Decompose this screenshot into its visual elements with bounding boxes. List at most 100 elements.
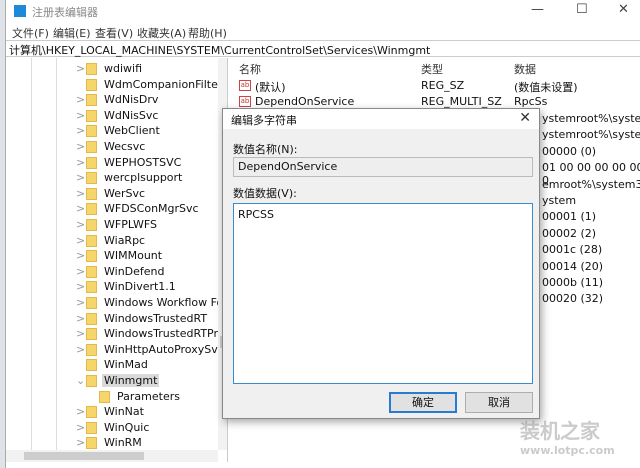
tree-item-label: WindowsTrustedRT: [104, 311, 208, 325]
value-data-fragment: ystemroot%\system3: [542, 128, 640, 142]
title-bar: 注册表编辑器 — ☐ ✕: [6, 0, 640, 22]
folder-icon: [86, 203, 97, 216]
value-data-fragment: 00002 (2): [542, 226, 597, 240]
expand-chevron-icon[interactable]: >: [76, 171, 85, 184]
cancel-button[interactable]: 取消: [465, 392, 533, 413]
menu-help[interactable]: 帮助(H): [188, 25, 227, 41]
expand-chevron-icon[interactable]: >: [76, 93, 85, 106]
tree-item-label: Windows Workflow Foun: [104, 296, 228, 309]
value-name: (默认): [255, 81, 286, 94]
value-data-fragment: 00020 (32): [542, 292, 604, 306]
folder-icon: [86, 141, 97, 153]
value-data-fragment: 0001c (28): [542, 243, 603, 257]
value-name-label: 数值名称(N):: [233, 143, 298, 156]
expand-chevron-icon[interactable]: >: [76, 218, 85, 231]
expand-chevron-icon[interactable]: >: [76, 265, 85, 278]
menu-favorites[interactable]: 收藏夹(A): [137, 25, 186, 41]
folder-icon: [86, 437, 97, 450]
dialog-close-icon[interactable]: ✕: [519, 110, 531, 126]
tree-item-label: WiaRpc: [104, 233, 146, 247]
expand-chevron-icon[interactable]: >: [76, 296, 85, 309]
tree-item-label: Winmgmt: [102, 374, 160, 387]
tree-item-label: WEPHOSTSVC: [104, 155, 182, 169]
expand-chevron-icon[interactable]: >: [76, 202, 85, 215]
tree-item-label: WinDivert1.1: [104, 280, 176, 294]
expand-chevron-icon[interactable]: >: [76, 280, 85, 293]
expand-chevron-icon[interactable]: >: [76, 343, 85, 356]
expand-chevron-icon[interactable]: >: [76, 327, 85, 340]
folder-icon: [86, 156, 97, 169]
minimize-button[interactable]: —: [531, 2, 544, 17]
folder-icon: [86, 125, 97, 138]
expand-chevron-icon[interactable]: >: [76, 421, 85, 434]
folder-icon: [86, 421, 97, 434]
value-data-fragment: 0000b (11): [542, 276, 604, 289]
close-button[interactable]: ✕: [618, 2, 629, 17]
column-header-name[interactable]: 名称: [239, 61, 261, 77]
address-bar[interactable]: 计算机\HKEY_LOCAL_MACHINE\SYSTEM\CurrentCon…: [6, 40, 640, 57]
value-data-textarea[interactable]: RPCSS: [233, 203, 533, 384]
tree-item-label: WFPLWFS: [104, 218, 157, 231]
folder-icon: [86, 297, 97, 309]
value-data-label: 数值数据(V):: [233, 187, 297, 200]
folder-icon: [99, 390, 110, 403]
expand-chevron-icon[interactable]: >: [76, 436, 85, 449]
expand-chevron-icon[interactable]: ⌄: [76, 374, 85, 387]
tree-item-label: WinMad: [104, 358, 148, 372]
value-data-fragment: ystemroot%\system3: [542, 112, 640, 125]
value-data-fragment: emroot%\system32\: [542, 177, 640, 191]
expand-chevron-icon[interactable]: >: [76, 312, 85, 325]
window-title: 注册表编辑器: [32, 6, 98, 19]
expand-chevron-icon[interactable]: >: [76, 124, 85, 137]
expand-chevron-icon[interactable]: >: [76, 249, 85, 262]
folder-icon: [86, 406, 97, 419]
folder-icon: [86, 312, 97, 325]
menu-view[interactable]: 查看(V): [95, 25, 133, 41]
value-data-fragment: 00000 (0): [542, 144, 597, 158]
column-header-type[interactable]: 类型: [421, 61, 443, 77]
expand-chevron-icon[interactable]: >: [76, 405, 85, 418]
expand-chevron-icon[interactable]: >: [76, 156, 85, 169]
folder-icon: [86, 375, 97, 387]
folder-icon: [86, 359, 97, 372]
scroll-thumb[interactable]: [24, 452, 144, 460]
maximize-button[interactable]: ☐: [576, 2, 588, 17]
tree-horizontal-scrollbar[interactable]: [6, 450, 218, 462]
tree-item-label: WinHttpAutoProxySvc: [104, 342, 224, 356]
tree-item-label: WdmCompanionFilter: [104, 77, 223, 91]
menu-edit[interactable]: 编辑(E): [53, 25, 91, 41]
registry-tree: > wdiwifi WdmCompanionFilter > WdNisDrv > WdNi…: [6, 58, 228, 462]
tree-item-label: WindowsTrustedRTProxy: [104, 327, 228, 341]
value-name-field[interactable]: DependOnService: [233, 157, 533, 177]
tree-guide: [56, 58, 57, 453]
expand-chevron-icon[interactable]: >: [76, 140, 85, 153]
dialog-title-bar: 编辑多字符串 ✕: [223, 109, 539, 129]
value-type: REG_SZ: [421, 79, 465, 92]
menu-file[interactable]: 文件(F): [12, 25, 49, 41]
tree-item-label: WinNat: [104, 405, 144, 419]
ok-button[interactable]: 确定: [389, 392, 457, 413]
expand-chevron-icon[interactable]: >: [76, 187, 85, 200]
expand-chevron-icon[interactable]: >: [76, 234, 85, 247]
expand-chevron-icon[interactable]: >: [76, 109, 85, 122]
value-data: (数值未设置): [514, 81, 578, 94]
folder-icon: [86, 219, 97, 231]
value-type: REG_MULTI_SZ: [421, 95, 502, 108]
expand-chevron-icon[interactable]: >: [76, 62, 85, 75]
tree-item-label: WerSvc: [104, 186, 146, 200]
dialog-title: 编辑多字符串: [231, 114, 297, 127]
value-data-fragment: ystem: [542, 194, 577, 207]
edit-multi-string-dialog: 编辑多字符串 ✕ 数值名称(N): DependOnService 数值数据(V…: [222, 108, 540, 419]
column-header-data[interactable]: 数据: [514, 61, 536, 77]
tree-item-label: WebClient: [104, 124, 160, 138]
tree-item-label: wdiwifi: [104, 62, 143, 75]
tree-item-label: wercplsupport: [104, 171, 183, 185]
folder-icon: [86, 63, 97, 75]
string-value-icon: ab: [239, 80, 251, 91]
tree-item-label: WinDefend: [104, 264, 165, 278]
tree-item-label: WFDSConMgrSvc: [104, 202, 199, 216]
list-row[interactable]: ab (默认) REG_SZ (数值未设置): [231, 79, 640, 95]
menu-bar: 文件(F) 编辑(E) 查看(V) 收藏夹(A) 帮助(H): [6, 22, 640, 40]
folder-icon: [86, 234, 97, 247]
value-data-fragment: 00001 (1): [542, 210, 597, 224]
